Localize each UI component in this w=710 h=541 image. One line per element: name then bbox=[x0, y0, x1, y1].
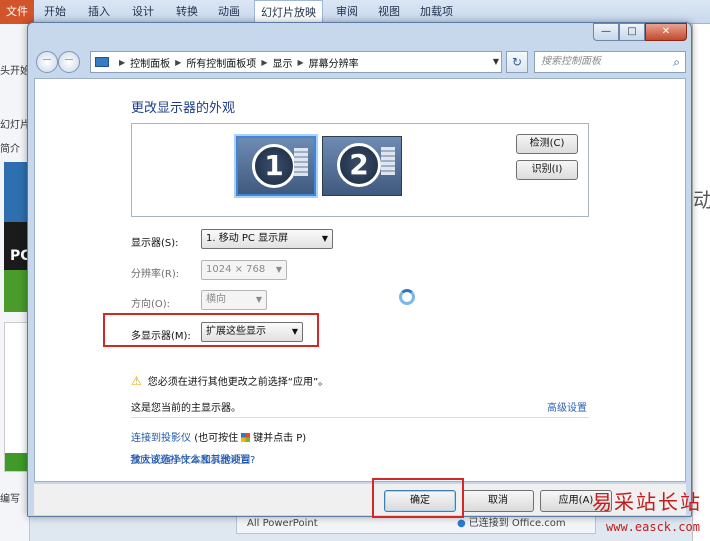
which-settings-link[interactable]: 我应该选择什么显示器设置? bbox=[130, 451, 255, 466]
orientation-select: 横向 ▼ bbox=[201, 290, 267, 310]
breadcrumb-all-items[interactable]: 所有控制面板项 bbox=[186, 55, 256, 70]
advanced-settings-link[interactable]: 高级设置 bbox=[547, 399, 587, 414]
warning-icon: ⚠ bbox=[131, 373, 142, 388]
close-button[interactable]: ✕ bbox=[645, 23, 687, 41]
monitor-number: 1 bbox=[252, 144, 296, 188]
content-pane: 更改显示器的外观 1 2 检测(C) 识别(I) 显示器(S): 1. 移动 P… bbox=[34, 78, 686, 482]
chevron-right-icon[interactable]: ▶ bbox=[261, 58, 267, 67]
monitor-1[interactable]: 1 bbox=[236, 136, 316, 196]
ppt-ribbon: 文件 开始 插入 设计 转换 动画 幻灯片放映 审阅 视图 加载项 bbox=[0, 0, 710, 25]
window-icon bbox=[381, 147, 395, 175]
primary-display-text: 这是您当前的主显示器。 bbox=[131, 403, 241, 414]
chevron-right-icon[interactable]: ▶ bbox=[175, 58, 181, 67]
highlight-box bbox=[372, 478, 464, 518]
display-label: 显示器(S): bbox=[131, 238, 179, 249]
search-placeholder: 搜索控制面板 bbox=[541, 56, 601, 67]
orientation-label: 方向(O): bbox=[131, 299, 171, 310]
ppt-label-edit: 编写 bbox=[0, 494, 20, 505]
display-value: 1. 移动 PC 显示屏 bbox=[206, 233, 289, 244]
loading-spinner-icon bbox=[399, 289, 415, 305]
ppt-slide-thumbnail[interactable] bbox=[4, 322, 28, 472]
ppt-tab-view[interactable]: 视图 bbox=[378, 0, 400, 24]
control-panel-icon bbox=[95, 57, 109, 67]
forward-button[interactable] bbox=[58, 51, 80, 73]
ppt-tab-home[interactable]: 开始 bbox=[44, 0, 66, 24]
identify-button[interactable]: 识别(I) bbox=[516, 160, 578, 180]
connect-projector-row: 连接到投影仪 (也可按住 键并点击 P) bbox=[131, 429, 306, 444]
ppt-tab-review[interactable]: 审阅 bbox=[336, 0, 358, 24]
caption-buttons: — □ ✕ bbox=[593, 23, 687, 41]
monitor-number: 2 bbox=[337, 143, 381, 187]
divider bbox=[131, 417, 589, 418]
orientation-value: 横向 bbox=[206, 294, 226, 305]
ppt-tab-transitions[interactable]: 转换 bbox=[176, 0, 198, 24]
resolution-value: 1024 × 768 bbox=[206, 264, 266, 275]
display-select[interactable]: 1. 移动 PC 显示屏 ▼ bbox=[201, 229, 333, 249]
ppt-tab-design[interactable]: 设计 bbox=[132, 0, 154, 24]
ppt-slide-canvas: 动 bbox=[692, 24, 710, 541]
resolution-select: 1024 × 768 ▼ bbox=[201, 260, 287, 280]
ppt-label-slides: 幻灯片 bbox=[0, 120, 30, 131]
breadcrumb-display[interactable]: 显示 bbox=[272, 55, 292, 70]
chevron-right-icon[interactable]: ▶ bbox=[119, 58, 125, 67]
ppt-file-tab[interactable]: 文件 bbox=[0, 0, 34, 24]
refresh-button[interactable]: ↻ bbox=[506, 51, 528, 73]
back-button[interactable] bbox=[36, 51, 58, 73]
watermark-url: www.easck.com bbox=[606, 520, 700, 534]
ppt-status-left: All PowerPoint bbox=[247, 518, 318, 529]
ppt-tab-addins[interactable]: 加载项 bbox=[420, 0, 453, 24]
ppt-label-from-start: 头开始 bbox=[0, 66, 30, 77]
minimize-button[interactable]: — bbox=[593, 23, 619, 41]
breadcrumb-control-panel[interactable]: 控制面板 bbox=[130, 55, 170, 70]
ppt-label-intro: 简介 bbox=[0, 144, 20, 155]
chevron-down-icon: ▼ bbox=[275, 265, 282, 274]
search-input[interactable]: 搜索控制面板 ⌕ bbox=[534, 51, 686, 73]
connect-projector-link[interactable]: 连接到投影仪 bbox=[131, 433, 191, 444]
watermark-text: 易采站长站 bbox=[592, 490, 702, 514]
cancel-button[interactable]: 取消 bbox=[462, 490, 534, 512]
monitor-arrangement: 1 2 检测(C) 识别(I) bbox=[131, 123, 589, 217]
windows-key-icon bbox=[241, 433, 251, 442]
projector-hint-suffix: 键并点击 P) bbox=[253, 433, 307, 444]
search-icon[interactable]: ⌕ bbox=[673, 52, 680, 72]
monitor-2[interactable]: 2 bbox=[322, 136, 402, 196]
window-icon bbox=[294, 148, 308, 176]
ppt-tab-insert[interactable]: 插入 bbox=[88, 0, 110, 24]
page-title: 更改显示器的外观 bbox=[131, 101, 236, 116]
ppt-tab-animations[interactable]: 动画 bbox=[218, 0, 240, 24]
warning-message: ⚠ 您必须在进行其他更改之前选择“应用”。 bbox=[131, 373, 329, 389]
breadcrumb-screen-resolution[interactable]: 屏幕分辨率 bbox=[309, 55, 359, 70]
refresh-icon: ↻ bbox=[511, 55, 523, 69]
chevron-right-icon[interactable]: ▶ bbox=[297, 58, 303, 67]
chevron-down-icon: ▼ bbox=[321, 234, 328, 243]
screen-resolution-window: — □ ✕ ▶ 控制面板 ▶ 所有控制面板项 ▶ 显示 ▶ 屏幕分辨率 ▼ ↻ … bbox=[27, 22, 692, 518]
dialog-footer: 确定 取消 应用(A) bbox=[34, 478, 686, 518]
maximize-button[interactable]: □ bbox=[619, 23, 645, 41]
warning-text: 您必须在进行其他更改之前选择“应用”。 bbox=[147, 377, 329, 388]
projector-hint-prefix: (也可按住 bbox=[194, 433, 239, 444]
chevron-down-icon[interactable]: ▼ bbox=[493, 57, 499, 66]
ppt-status-connected: 已连接到 Office.com bbox=[457, 515, 566, 533]
chevron-down-icon: ▼ bbox=[255, 295, 262, 304]
address-bar[interactable]: ▶ 控制面板 ▶ 所有控制面板项 ▶ 显示 ▶ 屏幕分辨率 ▼ bbox=[90, 51, 502, 73]
ppt-canvas-text: 动 bbox=[693, 188, 710, 212]
resolution-label: 分辨率(R): bbox=[131, 269, 180, 280]
ppt-slide-thumbnail[interactable]: PC bbox=[4, 162, 31, 312]
highlight-box bbox=[103, 313, 319, 347]
detect-button[interactable]: 检测(C) bbox=[516, 134, 578, 154]
address-row: ▶ 控制面板 ▶ 所有控制面板项 ▶ 显示 ▶ 屏幕分辨率 ▼ ↻ 搜索控制面板… bbox=[34, 49, 686, 73]
